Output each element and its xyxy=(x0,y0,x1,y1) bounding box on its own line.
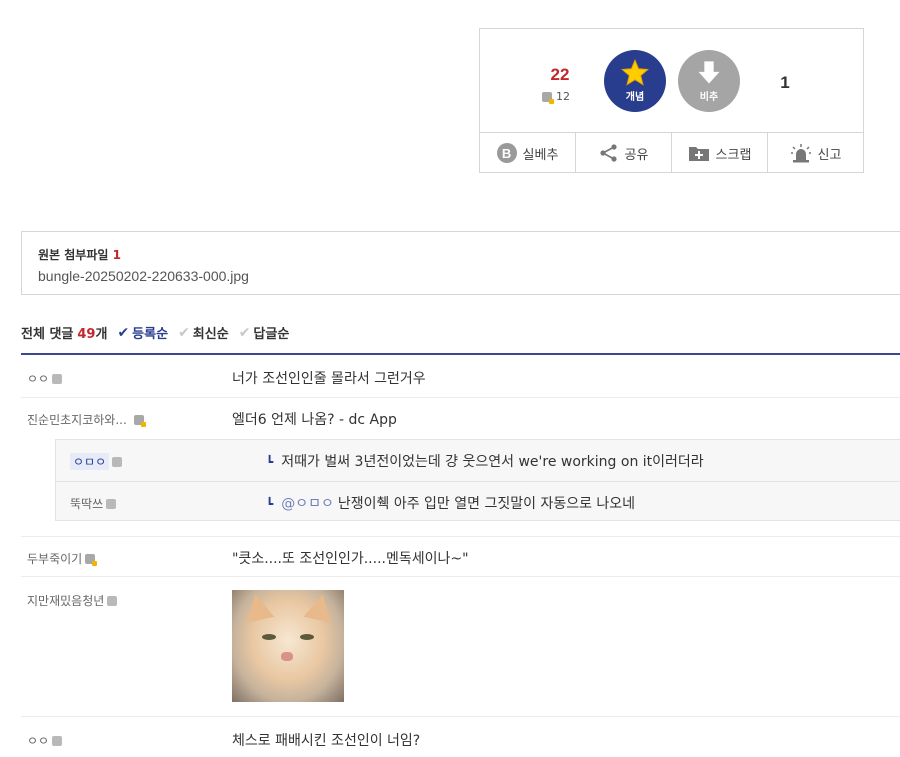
attachment-file-link[interactable]: bungle-20250202-220633-000.jpg xyxy=(38,268,894,284)
cat-eye xyxy=(262,634,276,640)
cat-ear xyxy=(303,591,337,623)
downvote-button[interactable]: 비추 xyxy=(678,50,740,112)
cat-ear xyxy=(241,591,275,623)
share-label: 공유 xyxy=(624,147,649,163)
scrap-button[interactable]: 스크랩 xyxy=(672,133,768,173)
comment-nick[interactable]: ㅇㅇ xyxy=(27,370,63,387)
guest-icon xyxy=(112,456,123,467)
attachment-title: 원본 첨부파일 1 xyxy=(38,246,894,263)
recommend-top: 22 12 개념 비추 1 xyxy=(480,29,863,132)
down-arrow-icon xyxy=(698,61,720,84)
best-recommend-label: 실베추 xyxy=(522,147,559,163)
fixed-user-icon xyxy=(542,91,554,104)
share-button[interactable]: 공유 xyxy=(576,133,672,173)
comment-row: 진순민초지코하와... 엘더6 언제 나옴? - dc App xyxy=(21,398,900,439)
attachment-count: 1 xyxy=(112,248,121,262)
cat-eye xyxy=(300,634,314,640)
recommend-box: 22 12 개념 비추 1 B 실베추 공유 스크랩 신고 xyxy=(479,28,864,173)
recommend-actions: B 실베추 공유 스크랩 신고 xyxy=(480,132,863,173)
best-recommend-button[interactable]: B 실베추 xyxy=(480,133,576,173)
attachment-title-text: 원본 첨부파일 xyxy=(38,248,109,262)
guest-icon xyxy=(106,498,117,509)
comment-row: 지만재밌음청년 xyxy=(21,577,900,717)
reply-text-wrap: ┗ 저때가 벌써 3년전이었는데 걍 웃으연서 we're working on … xyxy=(266,451,704,471)
up-count: 22 xyxy=(550,65,570,84)
reply-row: 뚝딱쓰 ┗ @ㅇㅁㅇ 난쟁이췍 아주 입만 열면 그짓말이 자동으로 나오네 xyxy=(56,481,900,522)
comments-total-label: 전체 댓글 xyxy=(21,327,74,342)
sort-replies-label: 답글순 xyxy=(253,327,290,342)
fixed-recommend-count: 12 xyxy=(542,90,570,104)
comment-text: 너가 조선인인줄 몰라서 그런거우 xyxy=(232,371,426,387)
check-icon: ✔ xyxy=(117,324,130,341)
reply-nick-text: 뚝딱쓰 xyxy=(70,497,104,511)
comment-row: ㅇㅇ 체스로 패배시킨 조선인이 너임? xyxy=(21,717,900,757)
report-label: 신고 xyxy=(817,147,842,163)
comment-image-cat[interactable] xyxy=(232,590,344,702)
fixed-count-text: 12 xyxy=(556,90,570,103)
comment-text: 체스로 패배시킨 조선인이 너임? xyxy=(232,733,421,749)
comment-nick-text: ㅇㅇ xyxy=(27,372,50,386)
comment-text: 엘더6 언제 나옴? - dc App xyxy=(232,412,397,428)
sort-registered[interactable]: ✔ 등록순 xyxy=(117,323,169,343)
reply-list: ㅇㅁㅇ ┗ 저때가 벌써 3년전이었는데 걍 웃으연서 we're working… xyxy=(55,439,900,521)
share-icon xyxy=(599,144,617,162)
guest-icon xyxy=(107,595,118,606)
comment-nick[interactable]: 지만재밌음청년 xyxy=(27,592,118,609)
cat-nose xyxy=(281,652,293,661)
reply-row: ㅇㅁㅇ ┗ 저때가 벌써 3년전이었는데 걍 웃으연서 we're working… xyxy=(56,440,900,480)
comment-nick[interactable]: 두부죽이기 xyxy=(27,550,98,567)
check-icon: ✔ xyxy=(238,324,251,341)
comment-nick-text: ㅇㅇ xyxy=(27,734,50,748)
reply-mention[interactable]: @ㅇㅁㅇ xyxy=(281,496,334,512)
scrap-folder-icon xyxy=(688,147,709,161)
comment-nick[interactable]: ㅇㅇ xyxy=(27,732,63,749)
downvote-label: 비추 xyxy=(699,92,719,103)
comments-count-unit: 개 xyxy=(95,327,108,342)
reply-nick-text: ㅇㅁㅇ xyxy=(70,453,110,470)
fixed-user-icon xyxy=(85,553,98,566)
down-count: 1 xyxy=(780,73,790,92)
comment-nick[interactable]: 진순민초지코하와... xyxy=(27,411,146,428)
reply-text: 저때가 벌써 3년전이었는데 걍 웃으연서 we're working on i… xyxy=(281,454,704,470)
sort-registered-label: 등록순 xyxy=(132,327,169,342)
siren-icon xyxy=(790,144,811,163)
guest-icon xyxy=(52,735,63,746)
scrap-label: 스크랩 xyxy=(715,147,752,163)
reply-arrow-icon: ┗ xyxy=(266,497,274,511)
reply-nick[interactable]: 뚝딱쓰 xyxy=(70,495,117,512)
comments-header: 전체 댓글 49개 ✔ 등록순 ✔ 최신순 ✔ 답글순 xyxy=(21,323,900,355)
sort-latest-label: 최신순 xyxy=(192,327,229,342)
reply-text-wrap: ┗ @ㅇㅁㅇ 난쟁이췍 아주 입만 열면 그짓말이 자동으로 나오네 xyxy=(266,493,635,513)
upvote-button[interactable]: 개념 xyxy=(604,50,666,112)
sort-latest[interactable]: ✔ 최신순 xyxy=(178,323,229,343)
reply-text: 난쟁이췍 아주 입만 열면 그짓말이 자동으로 나오네 xyxy=(337,496,636,512)
reply-arrow-icon: ┗ xyxy=(266,455,274,469)
upvote-label: 개념 xyxy=(625,92,645,103)
comment-row: 두부죽이기 "큿소....또 조선인인가.....멘독세이나~" xyxy=(21,536,900,577)
report-button[interactable]: 신고 xyxy=(768,133,863,173)
attachment-box: 원본 첨부파일 1 bungle-20250202-220633-000.jpg xyxy=(21,231,900,295)
comments-total: 49개 xyxy=(77,323,107,342)
comment-nick-text: 두부죽이기 xyxy=(27,552,83,566)
star-icon xyxy=(621,59,649,86)
comment-text: "큿소....또 조선인인가.....멘독세이나~" xyxy=(232,551,469,567)
reply-nick[interactable]: ㅇㅁㅇ xyxy=(70,453,123,470)
comment-nick-text: 지만재밌음청년 xyxy=(27,594,105,608)
check-icon: ✔ xyxy=(178,324,190,341)
comment-row: ㅇㅇ 너가 조선인인줄 몰라서 그런거우 xyxy=(21,357,900,398)
comment-nick-text: 진순민초지코하와... xyxy=(27,413,127,427)
sort-replies[interactable]: ✔ 답글순 xyxy=(238,323,290,343)
fixed-user-icon xyxy=(133,414,146,427)
b-circle-icon: B xyxy=(496,143,517,163)
guest-icon xyxy=(52,373,63,384)
comments-count: 49 xyxy=(77,327,96,342)
